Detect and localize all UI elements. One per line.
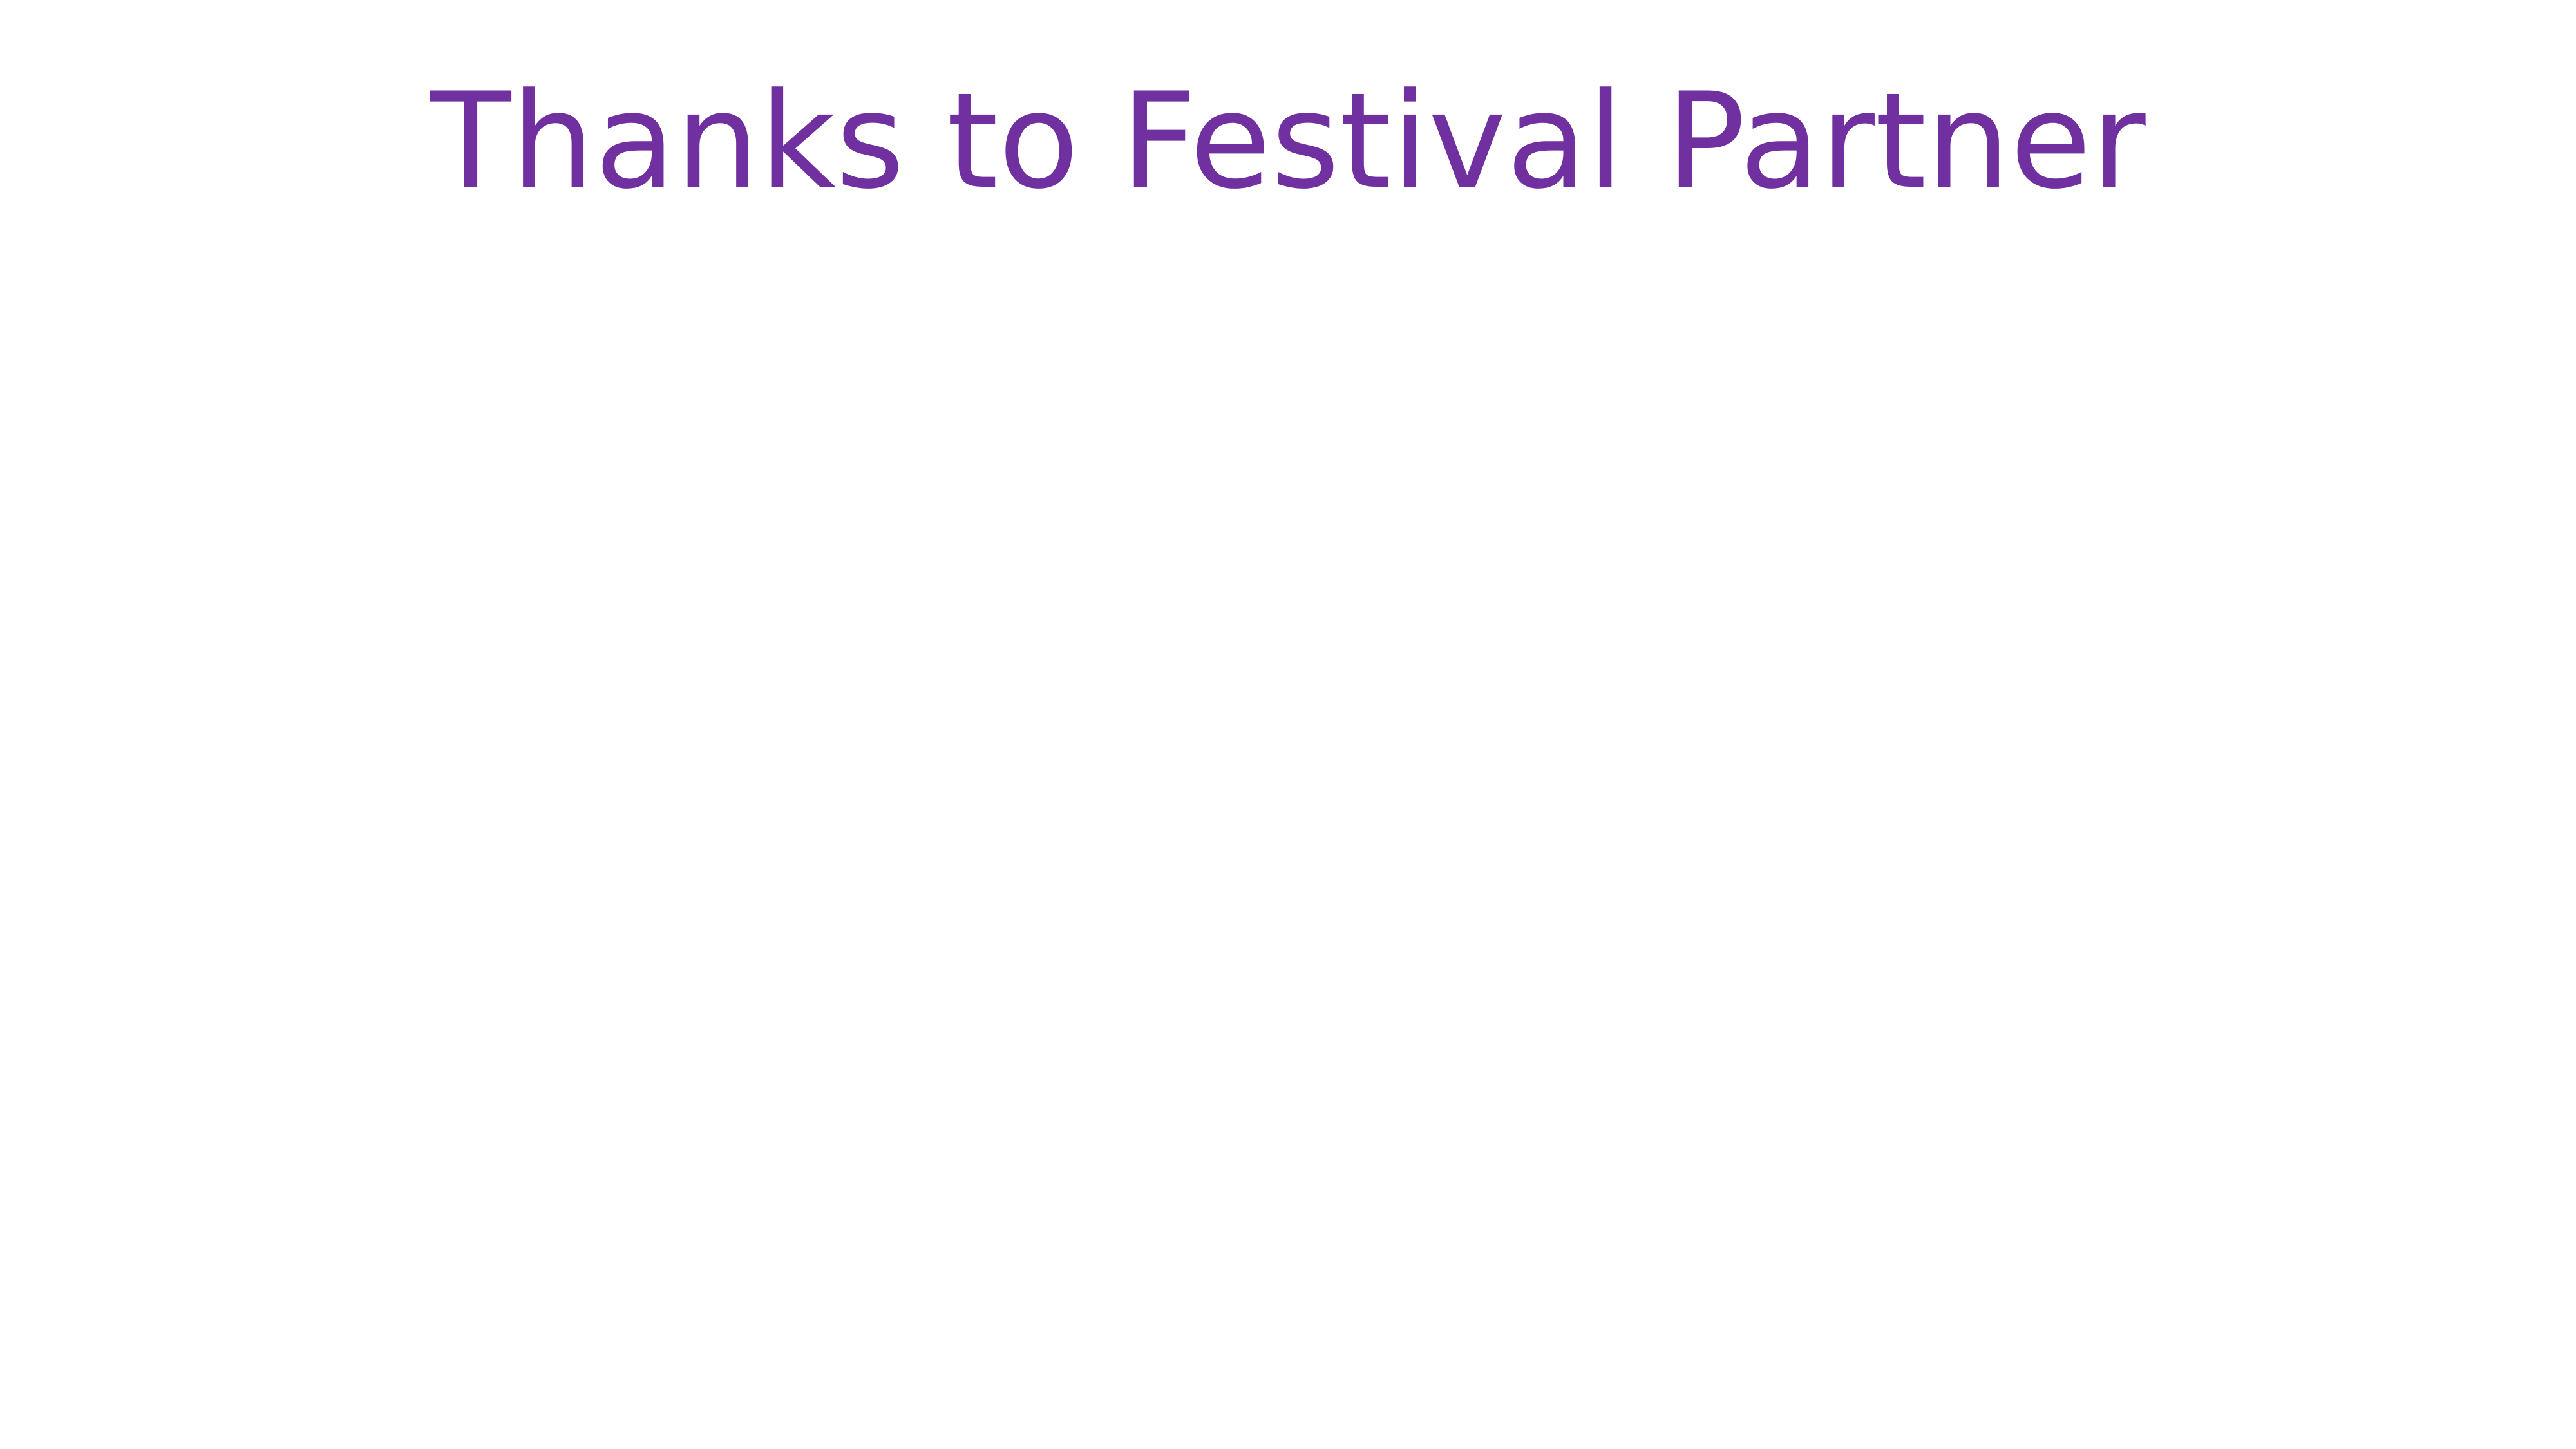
slide: Thanks to Festival Partner xyxy=(0,0,2576,1449)
slide-title: Thanks to Festival Partner xyxy=(430,65,2146,218)
slide-body xyxy=(0,270,2576,1449)
